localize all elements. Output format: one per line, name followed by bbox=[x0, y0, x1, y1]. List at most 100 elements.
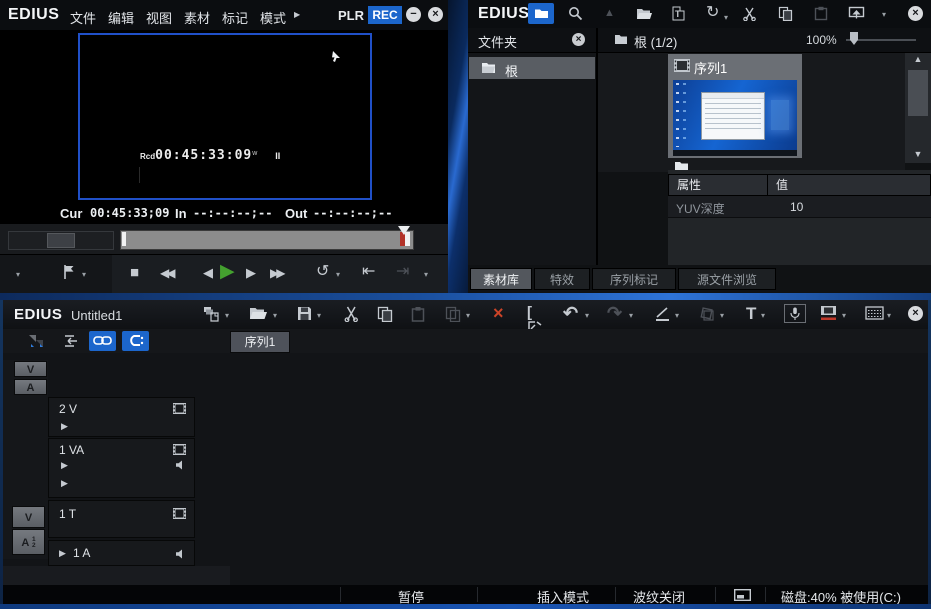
sync-mode-icon[interactable] bbox=[27, 333, 47, 349]
redo-caret[interactable]: ▾ bbox=[629, 312, 633, 320]
layouter-caret[interactable]: ▾ bbox=[720, 312, 724, 320]
render-caret[interactable]: ▾ bbox=[842, 312, 846, 320]
track-2v-expander-icon[interactable]: ▶ bbox=[61, 422, 68, 431]
source-channel-v[interactable]: V bbox=[14, 361, 47, 377]
position-marker-icon[interactable] bbox=[398, 226, 410, 235]
menu-edit[interactable]: 编辑 bbox=[108, 8, 134, 27]
track-1a-expander-icon[interactable]: ▶ bbox=[59, 549, 66, 558]
goto-out-button[interactable]: ⇥ bbox=[396, 264, 409, 280]
source-channel-a[interactable]: A bbox=[14, 379, 47, 395]
menu-mode[interactable]: 模式 bbox=[260, 8, 286, 27]
undo-caret[interactable]: ▾ bbox=[585, 312, 589, 320]
track-2v-video-icon[interactable] bbox=[173, 403, 186, 414]
track-header-2v[interactable]: 2 V ▶ bbox=[48, 397, 195, 437]
refresh-caret[interactable]: ▾ bbox=[724, 14, 728, 22]
next-frame-button[interactable]: ▶ bbox=[246, 266, 256, 279]
ripple-delete-icon[interactable]: [ bbox=[527, 305, 549, 323]
track-1va-expander-icon[interactable]: ▶ bbox=[61, 461, 68, 470]
rec-toggle[interactable]: REC bbox=[368, 6, 402, 24]
track-1va-audio-icon[interactable] bbox=[175, 460, 186, 470]
refresh-icon[interactable]: ↻ bbox=[706, 5, 719, 21]
track-1a-audio-icon[interactable] bbox=[175, 549, 186, 559]
voiceover-mic-icon[interactable] bbox=[784, 304, 806, 323]
position-bar[interactable] bbox=[120, 230, 414, 250]
plr-label[interactable]: PLR bbox=[338, 8, 364, 23]
stop-button[interactable]: ■ bbox=[130, 265, 139, 280]
create-title-icon[interactable]: T bbox=[672, 6, 687, 21]
out-timecode[interactable]: --:--:--;-- bbox=[313, 206, 392, 220]
menu-overflow-icon[interactable]: ▶ bbox=[294, 11, 300, 19]
search-icon[interactable] bbox=[568, 6, 583, 21]
menu-clip[interactable]: 素材 bbox=[184, 8, 210, 27]
bin-toolbar-caret[interactable]: ▾ bbox=[882, 11, 886, 19]
replace-caret[interactable]: ▾ bbox=[466, 312, 470, 320]
copy-clip-icon[interactable] bbox=[377, 306, 393, 322]
properties-header-value[interactable]: 值 bbox=[768, 174, 931, 196]
default-transition-icon[interactable] bbox=[655, 306, 671, 322]
ripple-mode-button[interactable] bbox=[122, 331, 149, 351]
bin-folder-view-button[interactable] bbox=[528, 3, 554, 24]
open-folder-icon[interactable] bbox=[636, 8, 653, 20]
scroll-thumb[interactable] bbox=[908, 70, 928, 116]
patch-a12[interactable]: A 12 bbox=[12, 529, 45, 555]
new-sequence-icon[interactable] bbox=[203, 306, 221, 322]
menu-view[interactable]: 视图 bbox=[146, 8, 172, 27]
transition-caret[interactable]: ▾ bbox=[675, 312, 679, 320]
thumbnail-size-slider[interactable] bbox=[846, 39, 916, 41]
property-row[interactable]: YUV深度 10 bbox=[668, 196, 931, 218]
copy-icon[interactable] bbox=[778, 6, 793, 21]
tab-effects[interactable]: 特效 bbox=[534, 268, 590, 290]
layouter-icon[interactable] bbox=[699, 306, 715, 322]
track-header-1va[interactable]: 1 VA ▶ ▶ bbox=[48, 438, 195, 498]
undo-icon[interactable]: ↶ bbox=[563, 304, 578, 322]
folder-panel-close-icon[interactable]: × bbox=[572, 33, 585, 46]
marker-flag-icon[interactable] bbox=[62, 264, 75, 280]
replace-clip-icon[interactable] bbox=[445, 306, 461, 322]
paste-icon[interactable] bbox=[814, 6, 828, 21]
sequence-tab[interactable]: 序列1 bbox=[230, 331, 290, 353]
transport-options-caret[interactable]: ▾ bbox=[16, 271, 20, 279]
cut-clip-icon[interactable] bbox=[343, 305, 359, 322]
paste-clip-icon[interactable] bbox=[411, 306, 425, 322]
bin-close-button[interactable]: × bbox=[908, 6, 923, 21]
render-icon[interactable] bbox=[820, 305, 837, 321]
tab-bin[interactable]: 素材库 bbox=[470, 268, 532, 290]
play-button[interactable]: ▶ bbox=[220, 262, 235, 281]
keyboard-shortcut-icon[interactable] bbox=[865, 306, 884, 320]
save-caret[interactable]: ▾ bbox=[317, 312, 321, 320]
title-tool-caret[interactable]: ▾ bbox=[761, 312, 765, 320]
clip-tile-sequence[interactable]: 序列1 bbox=[668, 54, 802, 172]
track-header-1a[interactable]: ▶ 1 A bbox=[48, 540, 195, 566]
shuttle-slider[interactable] bbox=[8, 231, 114, 250]
tab-sequence-marks[interactable]: 序列标记 bbox=[592, 268, 676, 290]
marker-caret[interactable]: ▾ bbox=[82, 271, 86, 279]
cut-icon[interactable] bbox=[742, 6, 757, 21]
sequence-thumbnail[interactable] bbox=[673, 80, 797, 156]
title-tool-icon[interactable]: T bbox=[746, 305, 756, 322]
player-minimize-button[interactable]: − bbox=[406, 7, 421, 22]
prev-frame-button[interactable]: ◀ bbox=[203, 266, 213, 279]
scroll-up-icon[interactable]: ▲ bbox=[905, 55, 931, 64]
clip-view-scrollbar[interactable]: ▲ ▼ bbox=[905, 53, 931, 163]
thumbnail-size-handle[interactable] bbox=[850, 32, 858, 45]
rewind-button[interactable]: ◀◀ bbox=[160, 267, 172, 279]
link-mode-button[interactable] bbox=[89, 331, 116, 351]
track-1va-video-icon[interactable] bbox=[173, 444, 186, 455]
open-project-icon[interactable] bbox=[249, 307, 268, 320]
menu-marker[interactable]: 标记 bbox=[222, 8, 248, 27]
properties-header-property[interactable]: 属性 bbox=[668, 174, 768, 196]
in-timecode[interactable]: --:--:--;-- bbox=[193, 206, 272, 220]
cur-timecode[interactable]: 00:45:33;09 bbox=[90, 206, 169, 220]
save-project-icon[interactable] bbox=[297, 306, 312, 321]
keyboard-caret[interactable]: ▾ bbox=[887, 312, 891, 320]
new-sequence-caret[interactable]: ▾ bbox=[225, 312, 229, 320]
patch-v[interactable]: V bbox=[12, 506, 45, 528]
tab-source-browser[interactable]: 源文件浏览 bbox=[678, 268, 776, 290]
folder-up-icon[interactable]: ▲ bbox=[604, 8, 615, 19]
folder-item-root[interactable]: 根 bbox=[469, 57, 595, 79]
player-close-button[interactable]: × bbox=[428, 7, 443, 22]
loop-playback-button[interactable]: ↺ bbox=[316, 264, 329, 280]
menu-file[interactable]: 文件 bbox=[70, 8, 96, 27]
track-1va-expander2-icon[interactable]: ▶ bbox=[61, 479, 68, 488]
delete-clip-icon[interactable]: × bbox=[493, 304, 504, 322]
